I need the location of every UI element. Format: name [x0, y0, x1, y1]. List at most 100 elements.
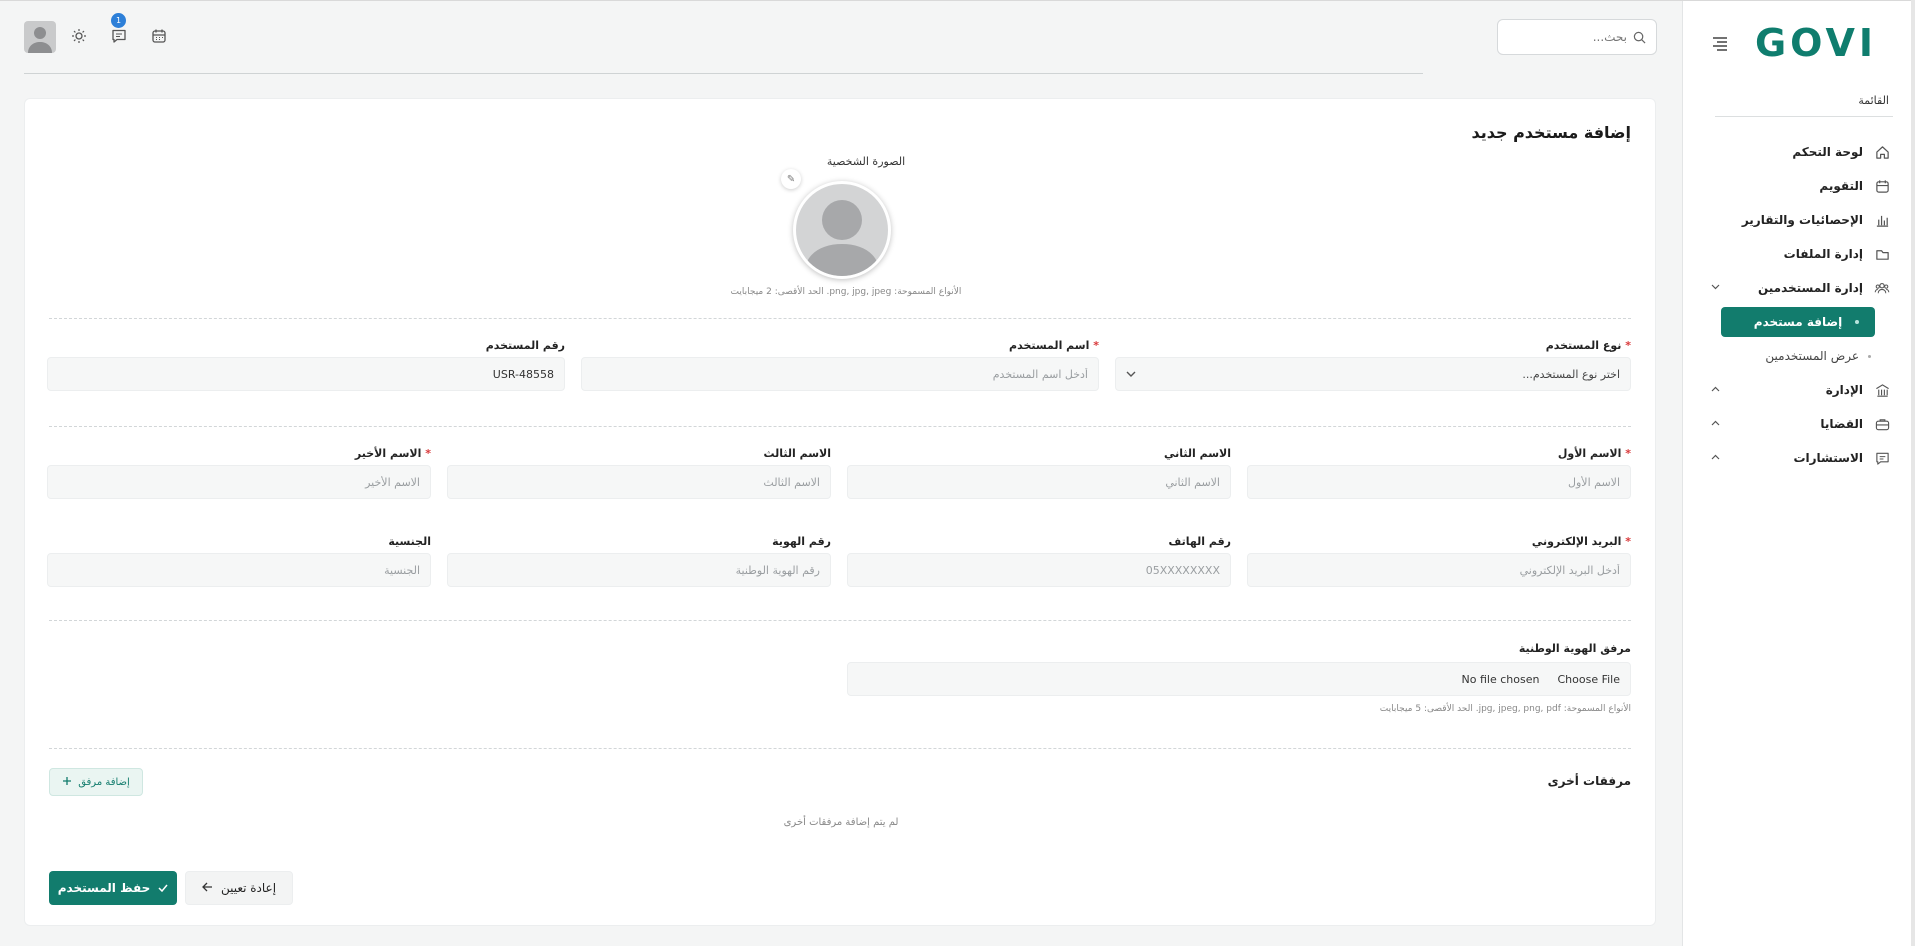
- edit-photo-icon[interactable]: ✎: [781, 169, 801, 189]
- menu-toggle-icon[interactable]: [1707, 31, 1733, 57]
- username-input[interactable]: [581, 357, 1099, 391]
- profile-photo-upload[interactable]: [793, 181, 891, 279]
- username-label: * اسم المستخدم: [1009, 339, 1099, 352]
- required-asterisk: *: [1093, 339, 1099, 352]
- user-type-select[interactable]: اختر نوع المستخدم...: [1115, 357, 1631, 391]
- required-asterisk: *: [1625, 339, 1631, 352]
- bullet-dot: [1855, 320, 1859, 324]
- sidebar-nav: لوحة التحكم التقويم الإحصائيات والتقارير…: [1683, 135, 1915, 475]
- save-user-button[interactable]: حفظ المستخدم: [49, 871, 177, 905]
- sidebar-item-label: الإحصائيات والتقارير: [1741, 213, 1863, 227]
- user-type-placeholder: اختر نوع المستخدم...: [1522, 367, 1620, 381]
- choose-file-button[interactable]: Choose File: [1557, 673, 1620, 686]
- id-number-input[interactable]: [447, 553, 831, 587]
- sidebar-subitem-view-users[interactable]: عرض المستخدمين: [1683, 339, 1915, 373]
- top-header: 1: [0, 1, 1681, 74]
- id-attachment-label: مرفق الهوية الوطنية: [1518, 642, 1631, 655]
- calendar-button[interactable]: [148, 25, 170, 47]
- second-name-label: الاسم الثاني: [1163, 447, 1231, 460]
- sidebar-item-label: إدارة المستخدمين: [1757, 281, 1863, 295]
- messages-button[interactable]: 1: [108, 13, 130, 47]
- search-input[interactable]: [1508, 30, 1627, 44]
- sidebar-item-dashboard[interactable]: لوحة التحكم: [1683, 135, 1915, 169]
- file-status: No file chosen: [1461, 672, 1540, 686]
- user-number-input[interactable]: [47, 357, 565, 391]
- sidebar-item-users[interactable]: إدارة المستخدمين: [1683, 271, 1915, 305]
- sidebar-item-label: الاستشارات: [1793, 451, 1863, 465]
- sidebar-subitem-label: إضافة مستخدم: [1753, 315, 1843, 329]
- section-divider: [49, 748, 1631, 749]
- folder-icon: [1873, 245, 1891, 263]
- sidebar-item-label: لوحة التحكم: [1792, 145, 1863, 159]
- sidebar-item-administration[interactable]: الإدارة: [1683, 373, 1915, 407]
- required-asterisk: *: [1625, 535, 1631, 548]
- search-icon: [1633, 31, 1646, 44]
- save-button-label: حفظ المستخدم: [57, 881, 151, 895]
- theme-toggle-button[interactable]: [68, 25, 90, 47]
- sidebar-item-files[interactable]: إدارة الملفات: [1683, 237, 1915, 271]
- avatar[interactable]: [24, 21, 56, 53]
- last-name-label: * الاسم الأخير: [354, 447, 431, 460]
- user-avatar-icon: [28, 27, 52, 53]
- checkmark-icon: [158, 881, 168, 895]
- sidebar-subitem-add-user[interactable]: إضافة مستخدم: [1721, 307, 1875, 337]
- logo: GOVI: [1754, 21, 1877, 65]
- sidebar-item-cases[interactable]: القضايا: [1683, 407, 1915, 441]
- first-name-label: * الاسم الأول: [1557, 447, 1631, 460]
- section-divider: [49, 426, 1631, 427]
- sidebar-item-label: القضايا: [1820, 417, 1863, 431]
- profile-photo-label: الصورة الشخصية: [826, 155, 906, 168]
- phone-input[interactable]: [847, 553, 1231, 587]
- menu-divider: [1715, 116, 1893, 117]
- reset-button[interactable]: إعادة تعيين: [185, 871, 293, 905]
- bar-chart-icon: [1873, 211, 1891, 229]
- id-number-label: رقم الهوية: [772, 535, 831, 548]
- chevron-down-icon[interactable]: [1711, 282, 1720, 293]
- bullet-dot: [1868, 355, 1871, 358]
- sidebar-item-calendar[interactable]: التقويم: [1683, 169, 1915, 203]
- user-avatar-icon: [804, 200, 880, 276]
- page-title: إضافة مستخدم جديد: [1471, 123, 1631, 142]
- menu-heading: القائمة: [1858, 94, 1889, 107]
- chat-icon: [1873, 449, 1891, 467]
- user-type-label: * نوع المستخدم: [1545, 339, 1631, 352]
- sidebar-item-consultations[interactable]: الاستشارات: [1683, 441, 1915, 475]
- calendar-icon: [152, 29, 166, 43]
- section-divider: [49, 620, 1631, 621]
- users-icon: [1873, 279, 1891, 297]
- first-name-input[interactable]: [1247, 465, 1631, 499]
- email-label: * البريد الإلكتروني: [1531, 535, 1631, 548]
- add-user-form-card: إضافة مستخدم جديد الصورة الشخصية ✎ الأنو…: [24, 98, 1656, 926]
- second-name-input[interactable]: [847, 465, 1231, 499]
- sidebar-item-reports[interactable]: الإحصائيات والتقارير: [1683, 203, 1915, 237]
- no-attachments-note: لم يتم إضافة مرفقات أخرى: [783, 817, 899, 828]
- user-number-label: رقم المستخدم: [485, 339, 565, 352]
- chevron-up-icon[interactable]: [1711, 384, 1720, 395]
- window-scrollbar[interactable]: [1911, 0, 1915, 946]
- id-attachment-file-input[interactable]: No file chosen Choose File: [847, 662, 1631, 696]
- id-attachment-hint: الأنواع المسموحة: jpg, jpeg, png, pdf. ا…: [1379, 704, 1631, 714]
- notification-badge: 1: [111, 13, 126, 28]
- other-attachments-label: مرفقات أخرى: [1547, 774, 1631, 788]
- third-name-input[interactable]: [447, 465, 831, 499]
- required-asterisk: *: [1625, 447, 1631, 460]
- nationality-input[interactable]: [47, 553, 431, 587]
- header-divider: [24, 73, 1423, 74]
- email-field[interactable]: [1247, 553, 1631, 587]
- chevron-up-icon[interactable]: [1711, 418, 1720, 429]
- home-icon: [1873, 143, 1891, 161]
- phone-label: رقم الهاتف: [1168, 535, 1231, 548]
- chevron-up-icon[interactable]: [1711, 452, 1720, 463]
- required-asterisk: *: [425, 447, 431, 460]
- third-name-label: الاسم الثالث: [763, 447, 831, 460]
- sidebar-item-label: إدارة الملفات: [1783, 247, 1863, 261]
- sun-icon: [72, 29, 86, 43]
- search-box[interactable]: [1497, 19, 1657, 55]
- building-icon: [1873, 381, 1891, 399]
- message-icon: [112, 29, 126, 43]
- briefcase-icon: [1873, 415, 1891, 433]
- add-attachment-button[interactable]: إضافة مرفق: [49, 768, 143, 796]
- last-name-input[interactable]: [47, 465, 431, 499]
- chevron-down-icon: [1126, 371, 1136, 378]
- sidebar-item-label: التقويم: [1819, 179, 1863, 193]
